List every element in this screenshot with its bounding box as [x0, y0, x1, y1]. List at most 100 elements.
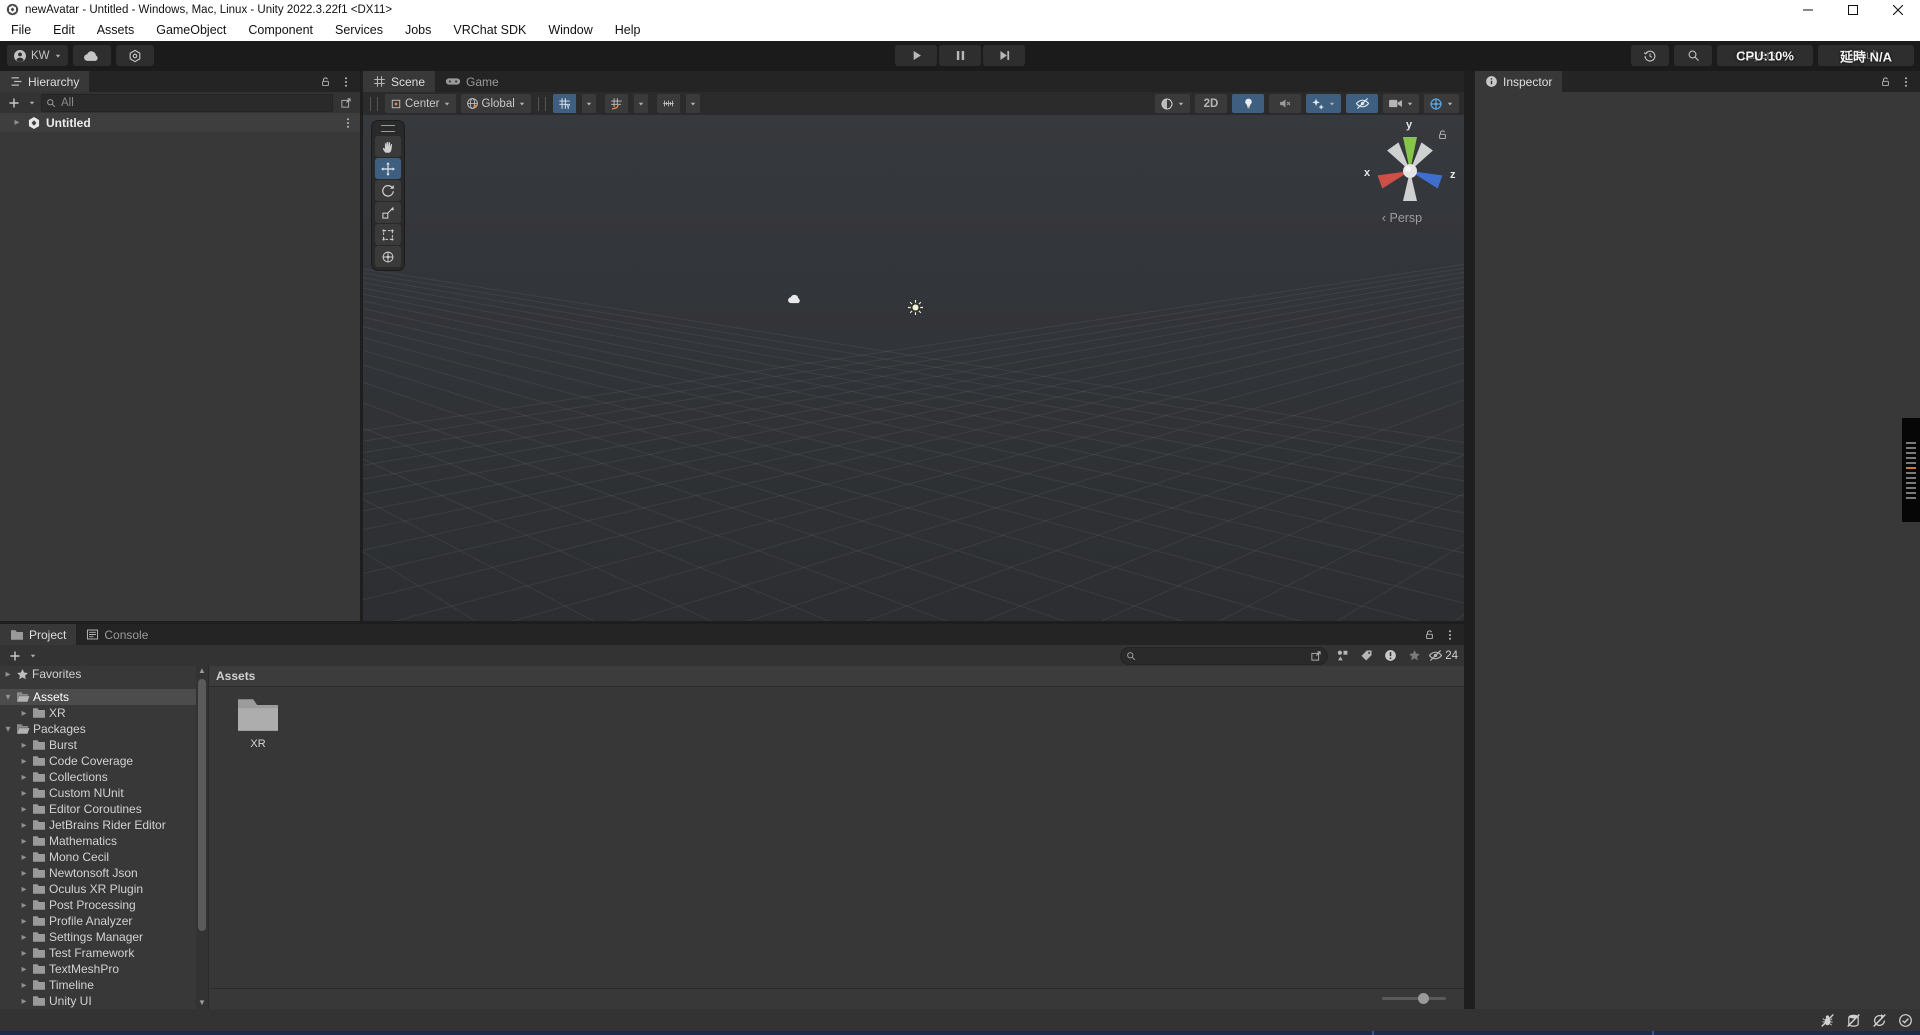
tree-item-textmeshpro[interactable]: ▸TextMeshPro: [0, 961, 196, 977]
2d-mode-toggle[interactable]: 2D: [1195, 94, 1227, 113]
play-button[interactable]: [895, 45, 937, 66]
projection-toggle[interactable]: ‹ Persp: [1360, 211, 1444, 225]
layers-dropdown[interactable]: Layers CPU:10%: [1717, 45, 1813, 66]
scene-viewport[interactable]: y x z ‹ Persp: [363, 115, 1464, 621]
lightbulb-toggle[interactable]: [1232, 94, 1264, 113]
asset-xr[interactable]: XR: [223, 695, 293, 750]
tree-scrollbar[interactable]: ▲ ▼: [196, 666, 208, 1009]
zoom-slider-thumb[interactable]: [1418, 993, 1429, 1004]
tree-item-packages[interactable]: ▾Packages: [0, 721, 196, 737]
disclosure-arrow-icon[interactable]: ▸: [19, 708, 29, 719]
grid-visibility-toggle[interactable]: [605, 94, 628, 113]
grid-snap-dropdown[interactable]: [582, 94, 596, 113]
kebab-menu-icon[interactable]: [342, 117, 354, 129]
tree-item-settings-manager[interactable]: ▸Settings Manager: [0, 929, 196, 945]
disclosure-arrow-icon[interactable]: ▸: [19, 996, 29, 1007]
disclosure-arrow-icon[interactable]: ▸: [19, 804, 29, 815]
tab-hierarchy[interactable]: Hierarchy: [0, 71, 89, 92]
rotate-tool-button[interactable]: [375, 180, 401, 201]
toolbar-drag-handle[interactable]: [370, 97, 378, 111]
tree-item-timeline[interactable]: ▸Timeline: [0, 977, 196, 993]
disclosure-arrow-icon[interactable]: ▸: [19, 820, 29, 831]
disclosure-arrow-icon[interactable]: ▸: [19, 788, 29, 799]
tree-item-mono-cecil[interactable]: ▸Mono Cecil: [0, 849, 196, 865]
effects-toggle[interactable]: [1306, 94, 1341, 113]
disclosure-arrow-icon[interactable]: ▸: [19, 916, 29, 927]
grid-snap-toggle[interactable]: Y: [553, 94, 576, 113]
hierarchy-search-input[interactable]: [59, 96, 328, 110]
undo-history-button[interactable]: [1631, 45, 1669, 66]
scroll-up-icon[interactable]: ▲: [198, 666, 206, 676]
tree-item-xr[interactable]: ▸XR: [0, 705, 196, 721]
disclosure-arrow-icon[interactable]: ▸: [19, 868, 29, 879]
menu-window[interactable]: Window: [537, 19, 603, 41]
menu-gameobject[interactable]: GameObject: [145, 19, 237, 41]
disclosure-arrow-icon[interactable]: ▸: [19, 948, 29, 959]
disclosure-arrow-icon[interactable]: ▸: [19, 740, 29, 751]
disclosure-arrow-icon[interactable]: ▸: [12, 117, 22, 128]
move-tool-button[interactable]: [375, 158, 401, 179]
eye-hidden-toggle[interactable]: [1346, 94, 1378, 113]
log-circle-icon[interactable]: [1380, 647, 1400, 665]
tab-game[interactable]: Game: [435, 71, 509, 92]
tree-item-post-processing[interactable]: ▸Post Processing: [0, 897, 196, 913]
directional-light-gizmo-icon[interactable]: [907, 299, 924, 316]
disclosure-arrow-icon[interactable]: ▸: [19, 756, 29, 767]
chevron-down-icon[interactable]: [27, 94, 37, 112]
chevron-down-icon[interactable]: [28, 647, 38, 665]
cloud-button[interactable]: [73, 45, 111, 66]
kebab-menu-icon[interactable]: [1441, 626, 1459, 644]
tree-item-editor-coroutines[interactable]: ▸Editor Coroutines: [0, 801, 196, 817]
tree-item-oculus-xr-plugin[interactable]: ▸Oculus XR Plugin: [0, 881, 196, 897]
tab-inspector[interactable]: Inspector: [1475, 71, 1562, 92]
project-search-input[interactable]: [1140, 649, 1306, 663]
bug-disabled-icon[interactable]: [1819, 1012, 1836, 1028]
step-button[interactable]: [983, 45, 1025, 66]
menu-component[interactable]: Component: [237, 19, 324, 41]
transform-tool-button[interactable]: [375, 246, 401, 267]
star-icon[interactable]: [1404, 647, 1424, 665]
menu-assets[interactable]: Assets: [86, 19, 146, 41]
menu-help[interactable]: Help: [604, 19, 652, 41]
tree-item-profile-analyzer[interactable]: ▸Profile Analyzer: [0, 913, 196, 929]
tree-item-custom-nunit[interactable]: ▸Custom NUnit: [0, 785, 196, 801]
create-add-icon[interactable]: [5, 94, 23, 112]
disclosure-arrow-icon[interactable]: ▾: [3, 692, 13, 703]
scroll-down-icon[interactable]: ▼: [198, 998, 206, 1008]
tree-item-code-coverage[interactable]: ▸Code Coverage: [0, 753, 196, 769]
snap-increment-button[interactable]: [657, 94, 680, 113]
account-button[interactable]: KW: [7, 45, 68, 66]
menu-edit[interactable]: Edit: [42, 19, 86, 41]
menu-file[interactable]: File: [0, 19, 42, 41]
close-button[interactable]: [1875, 0, 1920, 19]
tree-item-newtonsoft-json[interactable]: ▸Newtonsoft Json: [0, 865, 196, 881]
disclosure-arrow-icon[interactable]: ▸: [19, 980, 29, 991]
audio-muted-toggle[interactable]: [1269, 94, 1301, 113]
minimize-button[interactable]: [1785, 0, 1830, 19]
auto-refresh-disabled-icon[interactable]: [1871, 1012, 1888, 1028]
cache-disabled-icon[interactable]: [1845, 1012, 1862, 1028]
tree-item-favorites[interactable]: ▸Favorites: [0, 666, 196, 682]
project-search[interactable]: [1120, 647, 1328, 665]
scene-row-untitled[interactable]: ▸ Untitled: [0, 113, 360, 132]
disclosure-arrow-icon[interactable]: ▸: [19, 836, 29, 847]
tree-item-jetbrains-rider-editor[interactable]: ▸JetBrains Rider Editor: [0, 817, 196, 833]
disclosure-arrow-icon[interactable]: ▸: [19, 772, 29, 783]
pause-button[interactable]: [939, 45, 981, 66]
status-ok-icon[interactable]: [1897, 1012, 1914, 1028]
tab-console[interactable]: Console: [76, 624, 158, 645]
shading-sphere-toggle[interactable]: [1155, 94, 1190, 113]
lock-icon[interactable]: [1420, 626, 1438, 644]
maximize-button[interactable]: [1830, 0, 1875, 19]
tree-item-unity-ui[interactable]: ▸Unity UI: [0, 993, 196, 1009]
lock-icon[interactable]: [316, 73, 334, 91]
label-tag-icon[interactable]: [1356, 647, 1376, 665]
tree-item-burst[interactable]: ▸Burst: [0, 737, 196, 753]
create-add-icon[interactable]: [6, 647, 24, 665]
kebab-menu-icon[interactable]: [337, 73, 355, 91]
overlay-drag-handle[interactable]: [381, 125, 395, 132]
toolbar-drag-handle[interactable]: [538, 97, 546, 111]
disclosure-arrow-icon[interactable]: ▾: [3, 724, 13, 735]
menu-jobs[interactable]: Jobs: [394, 19, 442, 41]
disclosure-arrow-icon[interactable]: ▸: [19, 852, 29, 863]
